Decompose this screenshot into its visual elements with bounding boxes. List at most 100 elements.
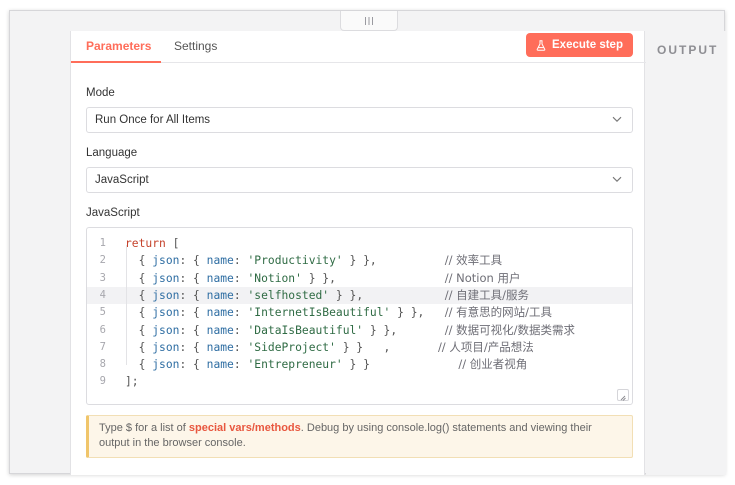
code-token: : (233, 340, 248, 354)
code-token: json (152, 340, 180, 354)
code-token: 'selfhosted' (247, 288, 330, 302)
tab-settings[interactable]: Settings (174, 39, 217, 53)
code-token: json (152, 323, 180, 337)
code-token: : { (179, 306, 207, 320)
code-line[interactable]: 3 { json: { name: 'Notion' } }, // Notio… (87, 270, 632, 287)
code-token: : (233, 306, 248, 320)
code-token: : { (179, 340, 207, 354)
line-number: 4 (99, 288, 106, 301)
line-number: 8 (99, 358, 106, 371)
execute-step-button[interactable]: Execute step (526, 33, 633, 57)
code-token: // 效率工具 (444, 253, 503, 268)
code-token: json (152, 288, 180, 302)
language-select[interactable]: JavaScript (86, 167, 633, 193)
code-text: return [ (125, 235, 179, 252)
code-text: { json: { name: 'SideProject' } } , // 人… (125, 339, 534, 356)
code-line[interactable]: 9]; (87, 373, 632, 390)
code-token: } } (342, 358, 459, 372)
grip-icon (365, 16, 373, 25)
code-line[interactable]: 5 { json: { name: 'InternetIsBeautiful' … (87, 304, 632, 321)
code-token: 'SideProject' (247, 340, 336, 354)
code-line[interactable]: 4 { json: { name: 'selfhosted' } }, // 自… (87, 286, 632, 304)
code-token: // 有意思的网站/工具 (444, 305, 553, 320)
hint-prefix: Type $ for a list of (99, 422, 189, 434)
code-token: 'Productivity' (247, 254, 343, 268)
resize-icon (620, 395, 626, 401)
code-token: 'Entrepreneur' (247, 358, 343, 372)
code-line[interactable]: 1 return [ (87, 235, 632, 252)
code-token: // Notion 用户 (444, 270, 521, 285)
node-editor-window: Parameters Settings Execute step Mode Ru… (9, 10, 726, 475)
code-token: : (233, 358, 248, 372)
code-token: { (125, 340, 153, 354)
code-token: json (152, 306, 180, 320)
code-token: name (206, 288, 234, 302)
code-token: } }, (301, 271, 445, 285)
line-number: 2 (99, 254, 106, 267)
code-editor[interactable]: 9]; 8 { json: { name: 'Entrepreneur' } } … (86, 227, 633, 405)
active-tab-indicator (71, 61, 161, 63)
code-token: // 创业者视角 (458, 357, 528, 372)
execute-step-label: Execute step (552, 39, 623, 51)
code-token: ]; (125, 375, 139, 389)
code-token: : (233, 288, 248, 302)
code-token: { (125, 271, 153, 285)
chevron-down-icon (612, 176, 622, 182)
code-token: // 数据可视化/数据类需求 (444, 322, 576, 337)
code-token: // 人项目/产品想法 (437, 339, 534, 354)
mode-select[interactable]: Run Once for All Items (86, 107, 633, 133)
code-token: { (125, 254, 153, 268)
code-token: return (125, 237, 166, 250)
line-number: 6 (99, 323, 106, 336)
code-token: { (125, 358, 153, 372)
code-token: name (206, 323, 234, 337)
code-token: } } , (335, 340, 438, 354)
code-token: json (152, 358, 180, 372)
code-token: // 自建工具/服务 (444, 287, 530, 302)
code-token: : (233, 254, 248, 268)
code-token: { (125, 323, 153, 337)
code-token: name (206, 340, 234, 354)
line-number: 3 (99, 271, 106, 284)
drag-handle[interactable] (340, 11, 398, 31)
code-line[interactable]: 2 { json: { name: 'Productivity' } }, //… (87, 252, 632, 269)
code-token: : { (179, 288, 207, 302)
output-pane: OUTPUT (646, 31, 726, 475)
code-token: } }, (329, 288, 445, 302)
code-line[interactable]: 6 { json: { name: 'DataIsBeautiful' } },… (87, 322, 632, 339)
mode-label: Mode (86, 87, 115, 99)
tab-bar: Parameters Settings Execute step (71, 31, 646, 63)
parameters-panel: Parameters Settings Execute step Mode Ru… (70, 31, 646, 475)
code-text: { json: { name: 'DataIsBeautiful' } }, /… (125, 322, 575, 339)
code-line[interactable]: 7 { json: { name: 'SideProject' } } , //… (87, 339, 632, 356)
line-number: 9 (99, 375, 106, 388)
code-token: name (206, 306, 234, 320)
code-text: { json: { name: 'selfhosted' } }, // 自建工… (125, 287, 529, 304)
code-token: } }, (342, 254, 445, 268)
hint-box: Type $ for a list of special vars/method… (86, 415, 633, 458)
code-token: json (152, 254, 180, 268)
code-token: name (206, 271, 234, 285)
code-text: { json: { name: 'Notion' } }, // Notion … (125, 270, 521, 287)
code-token: } }, (363, 323, 445, 337)
code-token: { (125, 306, 153, 320)
code-text: { json: { name: 'Entrepreneur' } } // 创业… (125, 356, 528, 373)
mode-value: Run Once for All Items (95, 114, 211, 126)
code-text: { json: { name: 'InternetIsBeautiful' } … (125, 304, 552, 321)
special-vars-link[interactable]: special vars/methods (189, 422, 301, 434)
code-line[interactable]: 8 { json: { name: 'Entrepreneur' } } // … (87, 356, 632, 373)
line-number: 1 (99, 237, 106, 249)
code-token: json (152, 271, 180, 285)
line-number: 7 (99, 340, 106, 353)
code-token: : { (179, 254, 207, 268)
flask-icon (536, 39, 546, 51)
code-token: : (233, 271, 248, 285)
chevron-down-icon (612, 116, 622, 122)
code-token: name (206, 254, 234, 268)
code-token: 'DataIsBeautiful' (247, 323, 364, 337)
code-token: name (206, 358, 234, 372)
tab-parameters[interactable]: Parameters (86, 39, 151, 53)
code-token: 'Notion' (247, 271, 302, 285)
expand-editor-icon[interactable] (617, 389, 629, 401)
language-value: JavaScript (95, 174, 149, 186)
